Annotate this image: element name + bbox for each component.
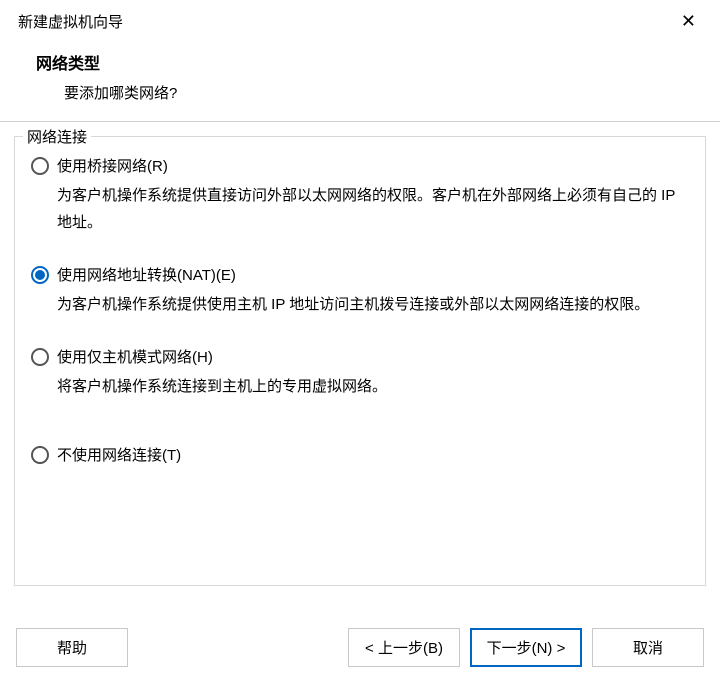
titlebar: 新建虚拟机向导 ✕ [0, 0, 720, 38]
radio-row[interactable]: 不使用网络连接(T) [31, 444, 689, 465]
radio-option-nat: 使用网络地址转换(NAT)(E) 为客户机操作系统提供使用主机 IP 地址访问主… [31, 264, 689, 318]
radio-label: 使用网络地址转换(NAT)(E) [57, 264, 236, 285]
radio-desc: 为客户机操作系统提供使用主机 IP 地址访问主机拨号连接或外部以太网网络连接的权… [31, 291, 689, 318]
radio-option-none: 不使用网络连接(T) [31, 444, 689, 465]
radio-row[interactable]: 使用网络地址转换(NAT)(E) [31, 264, 689, 285]
radio-label: 使用桥接网络(R) [57, 155, 168, 176]
radio-row[interactable]: 使用仅主机模式网络(H) [31, 346, 689, 367]
page-subtitle: 要添加哪类网络? [36, 82, 702, 103]
radio-option-hostonly: 使用仅主机模式网络(H) 将客户机操作系统连接到主机上的专用虚拟网络。 [31, 346, 689, 400]
radio-row[interactable]: 使用桥接网络(R) [31, 155, 689, 176]
page-title: 网络类型 [36, 50, 702, 74]
radio-hostonly[interactable] [31, 348, 49, 366]
close-icon[interactable]: ✕ [673, 10, 704, 32]
radio-label: 使用仅主机模式网络(H) [57, 346, 213, 367]
radio-none[interactable] [31, 446, 49, 464]
next-button[interactable]: 下一步(N) > [470, 628, 582, 667]
cancel-button[interactable]: 取消 [592, 628, 704, 667]
radio-desc: 为客户机操作系统提供直接访问外部以太网网络的权限。客户机在外部网络上必须有自己的… [31, 182, 689, 236]
radio-desc: 将客户机操作系统连接到主机上的专用虚拟网络。 [31, 373, 689, 400]
radio-label: 不使用网络连接(T) [57, 444, 181, 465]
radio-option-bridged: 使用桥接网络(R) 为客户机操作系统提供直接访问外部以太网网络的权限。客户机在外… [31, 155, 689, 236]
radio-bridged[interactable] [31, 157, 49, 175]
back-button[interactable]: < 上一步(B) [348, 628, 460, 667]
network-connection-fieldset: 网络连接 使用桥接网络(R) 为客户机操作系统提供直接访问外部以太网网络的权限。… [14, 136, 706, 586]
wizard-header: 网络类型 要添加哪类网络? [0, 38, 720, 121]
content-area: 网络连接 使用桥接网络(R) 为客户机操作系统提供直接访问外部以太网网络的权限。… [0, 122, 720, 614]
window-title: 新建虚拟机向导 [18, 11, 123, 32]
fieldset-legend: 网络连接 [23, 126, 91, 147]
help-button[interactable]: 帮助 [16, 628, 128, 667]
footer: 帮助 < 上一步(B) 下一步(N) > 取消 [0, 614, 720, 683]
radio-nat[interactable] [31, 266, 49, 284]
